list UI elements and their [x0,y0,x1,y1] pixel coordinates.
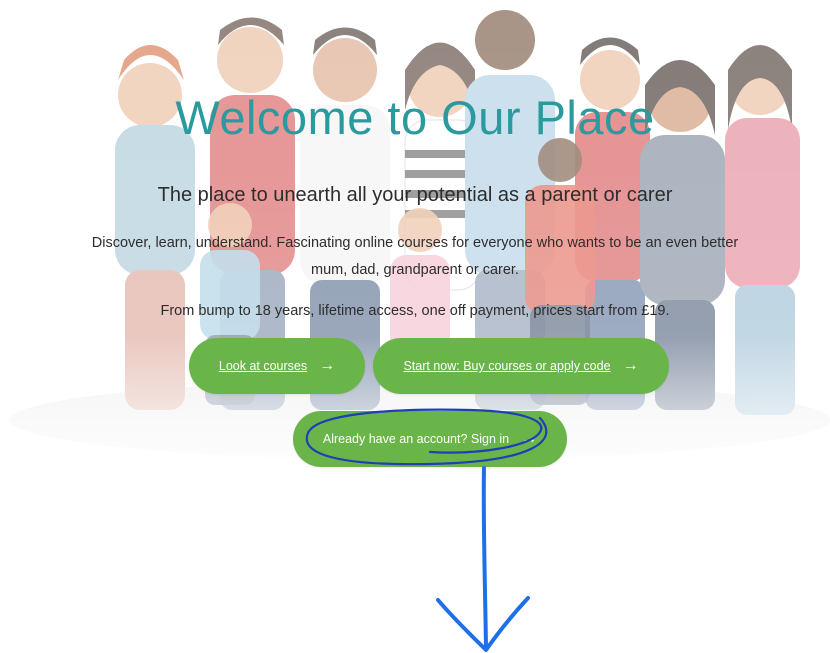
look-at-courses-label: Look at courses [218,359,308,373]
arrow-right-icon: → [622,357,639,374]
sign-in-button[interactable]: Already have an account? Sign in → [293,411,567,467]
page-title: Welcome to Our Place [175,91,655,144]
hero-description: Discover, learn, understand. Fascinating… [91,235,739,278]
down-arrow-head [436,596,530,652]
look-at-courses-button[interactable]: Look at courses → [189,338,365,394]
page-subtitle: The place to unearth all your potential … [157,184,673,206]
buy-courses-label: Start now: Buy courses or apply code [403,359,611,373]
arrow-right-icon: → [319,357,336,374]
arrow-right-icon: → [521,430,538,447]
pricing-note: From bump to 18 years, lifetime access, … [160,303,670,319]
buy-courses-button[interactable]: Start now: Buy courses or apply code → [373,338,669,394]
sign-in-label: Already have an account? Sign in [322,432,510,446]
down-arrow-annotation [481,466,488,650]
